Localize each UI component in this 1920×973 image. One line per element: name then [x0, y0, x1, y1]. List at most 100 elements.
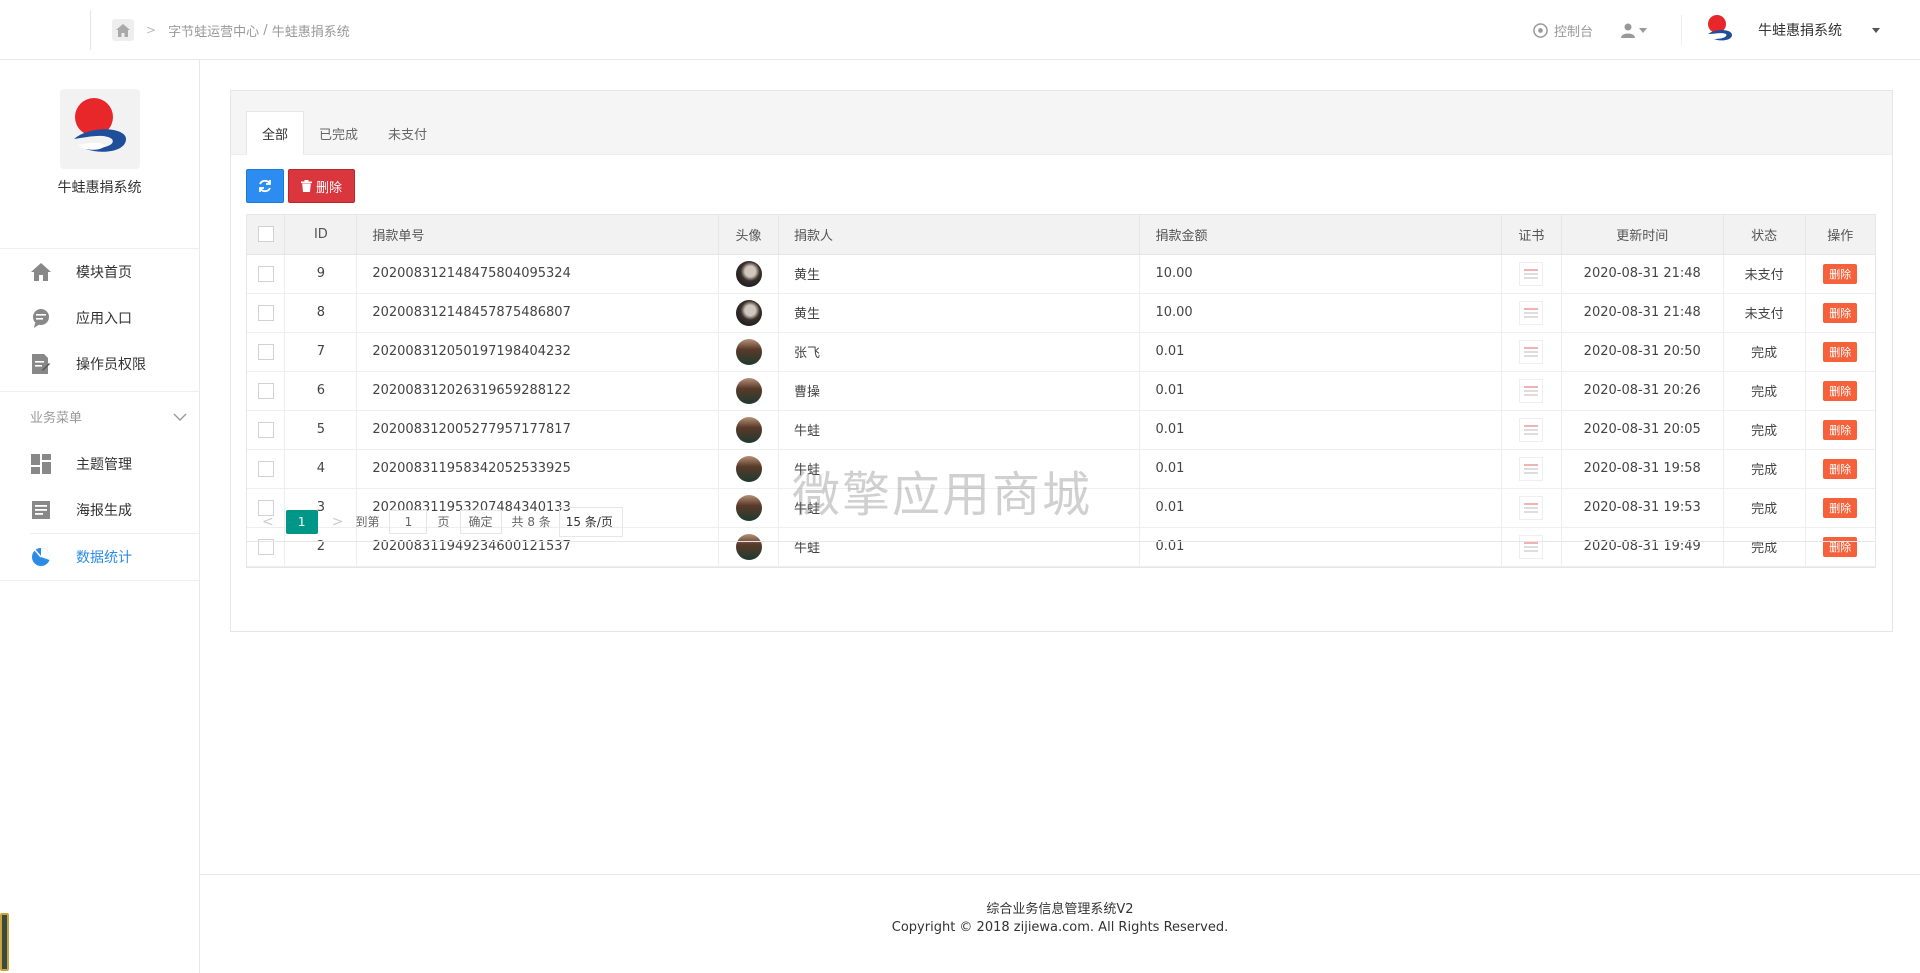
cell-actions: 删除 — [1805, 254, 1875, 294]
home-icon[interactable] — [112, 19, 134, 41]
avatar — [735, 377, 762, 404]
row-select-cell — [247, 371, 286, 411]
row-checkbox[interactable] — [257, 343, 274, 360]
top-right-nav: 控制台 牛蛙惠捐系统 — [1519, 0, 1920, 60]
sidebar-item-theme-management[interactable]: 主题管理 — [0, 441, 199, 487]
cell-order-number: 202008312148475804095324 — [356, 254, 720, 294]
console-link[interactable]: 控制台 — [1519, 21, 1607, 40]
tab-completed[interactable]: 已完成 — [304, 111, 373, 155]
certificate-thumbnail[interactable] — [1519, 417, 1544, 442]
table-row: 4 202008311958342052533925 牛蛙 0.01 2020-08-3… — [247, 449, 1875, 489]
cell-avatar — [718, 410, 780, 450]
cell-certificate — [1501, 332, 1562, 372]
row-delete-button[interactable]: 删除 — [1823, 458, 1858, 479]
row-delete-button[interactable]: 删除 — [1823, 419, 1858, 440]
table-row: 9 202008312148475804095324 黄生 10.00 2020-08-… — [247, 254, 1875, 294]
prev-page-icon[interactable]: < — [262, 514, 274, 530]
cell-donor: 张飞 — [778, 332, 1141, 372]
column-header[interactable]: 捐款金额 — [1139, 215, 1502, 255]
divider — [1681, 15, 1682, 45]
row-delete-button[interactable]: 删除 — [1823, 302, 1858, 323]
column-header[interactable]: 捐款单号 — [356, 215, 720, 255]
certificate-thumbnail[interactable] — [1519, 378, 1544, 403]
row-checkbox[interactable] — [257, 304, 274, 321]
certificate-thumbnail[interactable] — [1519, 339, 1544, 364]
caret-down-icon — [1872, 27, 1880, 33]
column-header[interactable]: 捐款人 — [778, 215, 1141, 255]
sidebar-item-app-entry[interactable]: 应用入口 — [0, 295, 199, 341]
top-bar: > 字节蛙运营中心 / 牛蛙惠捐系统 控制台 牛蛙惠捐系统 — [0, 0, 1920, 60]
sidebar-item-label: 模块首页 — [76, 265, 132, 281]
row-select-cell — [247, 449, 286, 489]
column-header[interactable]: ID — [284, 215, 358, 255]
total-count: 共 8 条 — [511, 515, 551, 529]
tab-unpaid[interactable]: 未支付 — [373, 111, 442, 155]
floating-widget-handle[interactable] — [0, 913, 9, 971]
avatar — [735, 299, 762, 326]
column-header[interactable]: 状态 — [1723, 215, 1806, 255]
select-all-cell — [247, 215, 286, 255]
divider — [0, 580, 199, 581]
column-header[interactable]: 更新时间 — [1561, 215, 1724, 255]
cell-amount: 0.01 — [1139, 371, 1502, 411]
breadcrumb-item[interactable]: 字节蛙运营中心 — [168, 21, 259, 40]
account-dropdown[interactable]: 牛蛙惠捐系统 — [1702, 12, 1920, 48]
user-menu-toggle[interactable] — [1607, 23, 1661, 38]
row-select-cell — [247, 254, 286, 294]
goto-page-input[interactable]: 1 — [389, 509, 428, 534]
column-header: 操作 — [1805, 215, 1875, 255]
tab-bar: 全部 已完成 未支付 — [231, 91, 1892, 155]
sidebar-item-data-statistics[interactable]: 数据统计 — [0, 534, 199, 580]
avatar — [735, 455, 762, 482]
cell-avatar — [718, 254, 780, 294]
row-select-cell — [247, 332, 286, 372]
current-page[interactable]: 1 — [285, 509, 318, 534]
cell-amount: 0.01 — [1139, 449, 1502, 489]
cell-actions: 删除 — [1805, 449, 1875, 489]
goto-confirm-button[interactable]: 确定 — [459, 509, 502, 534]
user-icon — [1621, 23, 1635, 38]
row-checkbox[interactable] — [257, 421, 274, 438]
certificate-thumbnail[interactable] — [1519, 456, 1544, 481]
main-panel: 全部 已完成 未支付 删除 ID 捐款单号 头像 捐款人 捐款金额 证书 更新时… — [230, 90, 1893, 632]
cell-order-number: 202008311958342052533925 — [356, 449, 720, 489]
dashboard-grid-icon — [30, 453, 52, 475]
row-delete-button[interactable]: 删除 — [1823, 380, 1858, 401]
tab-all[interactable]: 全部 — [246, 111, 305, 155]
row-checkbox[interactable] — [257, 382, 274, 399]
breadcrumb: > 字节蛙运营中心 / 牛蛙惠捐系统 — [112, 17, 350, 43]
row-checkbox[interactable] — [257, 265, 274, 282]
bulk-delete-button[interactable]: 删除 — [288, 169, 356, 203]
next-page-icon[interactable]: > — [332, 514, 344, 530]
avatar — [735, 260, 762, 287]
sidebar-item-poster-generation[interactable]: 海报生成 — [0, 487, 199, 533]
cell-donor: 曹操 — [778, 371, 1141, 411]
certificate-thumbnail[interactable] — [1519, 261, 1544, 286]
table-row: 8 202008312148457875486807 黄生 10.00 2020-08-… — [247, 293, 1875, 333]
page-size-select[interactable]: 15 条/页 — [558, 506, 623, 537]
row-checkbox[interactable] — [257, 460, 274, 477]
row-delete-button[interactable]: 删除 — [1823, 341, 1858, 362]
cell-id: 6 — [284, 371, 358, 411]
goto-suffix: 页 — [437, 515, 450, 529]
chevron-right-icon: > — [146, 23, 157, 37]
refresh-icon — [259, 179, 271, 193]
list-doc-icon — [30, 499, 52, 521]
trash-icon — [301, 180, 312, 192]
sidebar-item-module-home[interactable]: 模块首页 — [0, 249, 199, 295]
bulk-delete-label: 删除 — [316, 180, 343, 196]
avatar — [1702, 12, 1738, 48]
refresh-button[interactable] — [246, 169, 284, 203]
avatar — [735, 416, 762, 443]
certificate-thumbnail[interactable] — [1519, 300, 1544, 325]
sidebar-item-operator-permissions[interactable]: 操作员权限 — [0, 341, 199, 387]
cell-certificate — [1501, 293, 1562, 333]
cell-donor: 黄生 — [778, 293, 1141, 333]
row-delete-button[interactable]: 删除 — [1823, 263, 1858, 284]
breadcrumb-item[interactable]: 牛蛙惠捐系统 — [272, 21, 350, 40]
menu-group-label: 业务菜单 — [30, 411, 83, 426]
cell-updated-time: 2020-08-31 21:48 — [1561, 254, 1724, 294]
console-label: 控制台 — [1553, 24, 1593, 40]
menu-group-business[interactable]: 业务菜单 — [0, 391, 199, 441]
select-all-checkbox[interactable] — [257, 226, 274, 243]
